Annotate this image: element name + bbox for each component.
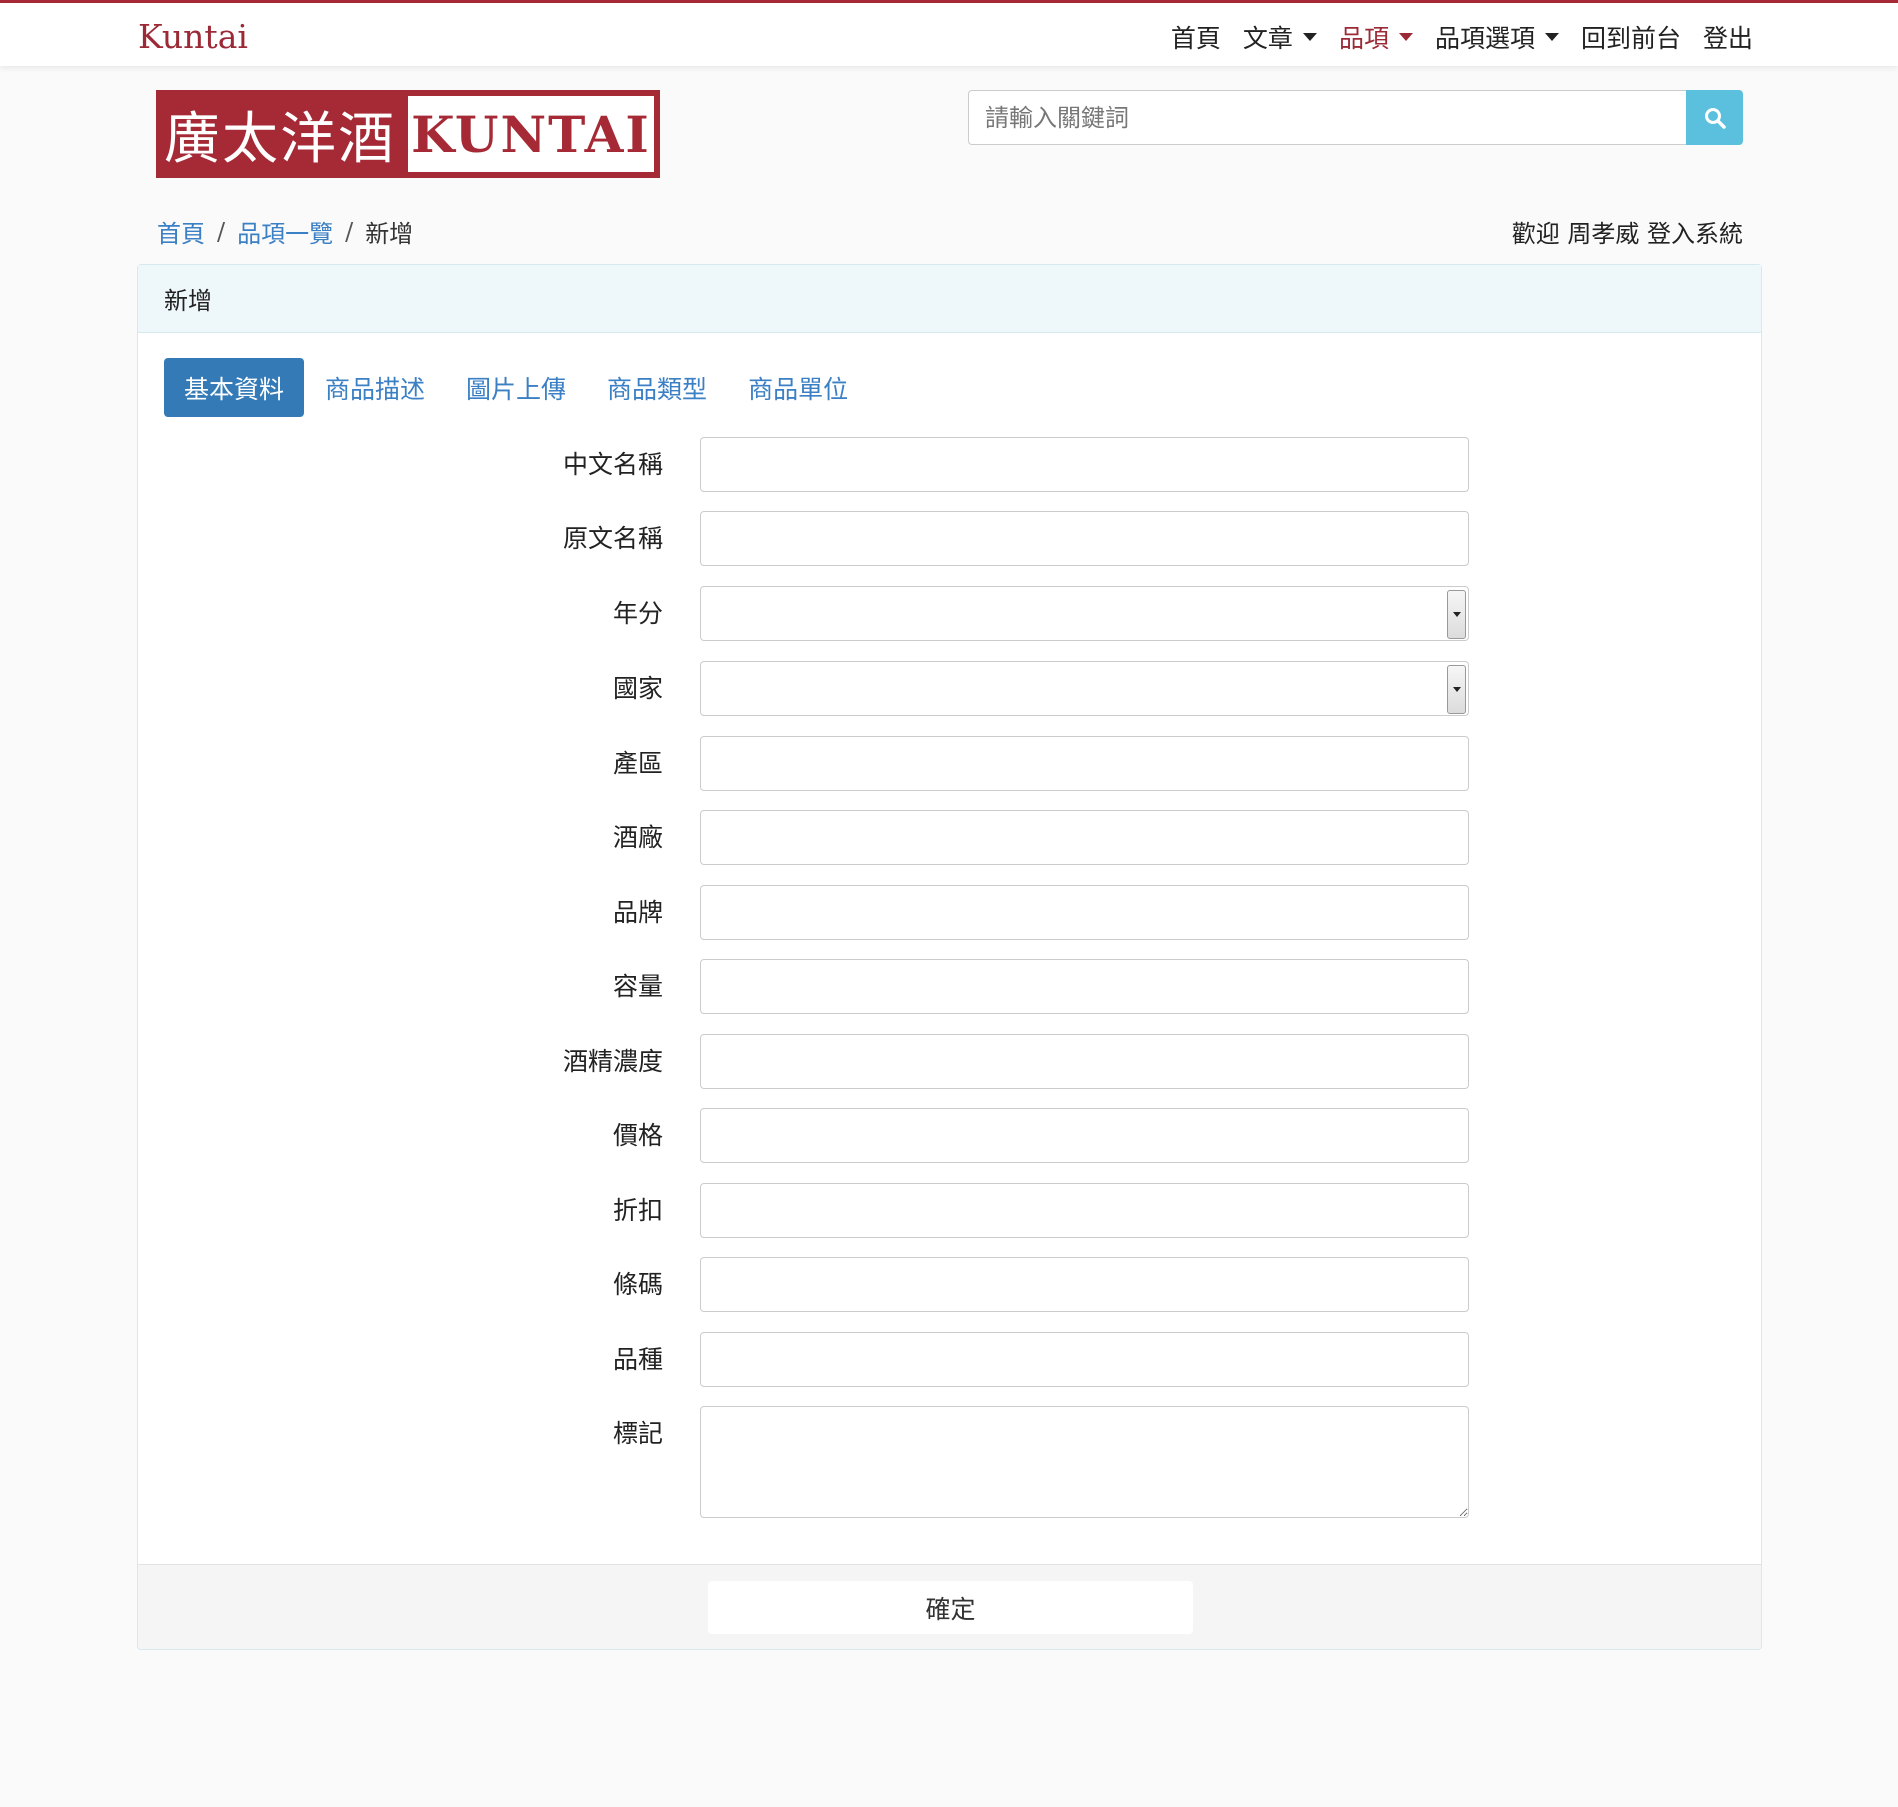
logo-chinese-text: 廣太洋酒 [164, 106, 396, 172]
field-label: 品種 [612, 1345, 663, 1374]
field-label: 價格 [612, 1121, 663, 1150]
field-label: 條碼 [612, 1270, 663, 1299]
nav-item-label: 回到前台 [1580, 24, 1681, 53]
form-row: 酒精濃度 [138, 1034, 1763, 1089]
caret-down-icon [1544, 33, 1559, 41]
nav-item-label: 登出 [1702, 24, 1753, 53]
form-row: 國家 [138, 661, 1763, 716]
winery-field[interactable] [700, 810, 1469, 865]
breadcrumb-separator: / [217, 217, 226, 246]
nav-item-products[interactable]: 品項 [1339, 19, 1413, 55]
logo-english-text: KUNTAI [408, 96, 654, 172]
form-row: 中文名稱 [138, 437, 1763, 492]
nav-item-label: 文章 [1242, 24, 1293, 53]
nav-item-logout[interactable]: 登出 [1703, 19, 1753, 55]
caret-down-icon [1398, 33, 1413, 41]
search-icon [1704, 107, 1726, 129]
nav-item-label: 品項 [1338, 24, 1389, 53]
variety-field[interactable] [700, 1332, 1469, 1387]
form-row: 條碼 [138, 1257, 1763, 1312]
form-tabs: 基本資料 商品描述 圖片上傳 商品類型 商品單位 [164, 358, 869, 417]
breadcrumb-product-list[interactable]: 品項一覽 [237, 214, 333, 249]
tab-image-upload[interactable]: 圖片上傳 [446, 358, 586, 417]
navbar-brand[interactable]: Kuntai [138, 17, 248, 56]
search-input[interactable] [968, 90, 1686, 145]
nav-item-articles[interactable]: 文章 [1243, 19, 1317, 55]
form-row: 品種 [138, 1332, 1763, 1387]
breadcrumb-separator: / [345, 217, 354, 246]
alcohol-content-field[interactable] [700, 1034, 1469, 1089]
navbar-menu: 首頁 文章 品項 品項選項 回到前台 登出 [1149, 19, 1753, 55]
tab-product-unit[interactable]: 商品單位 [728, 358, 868, 417]
chinese-name-field[interactable] [700, 437, 1469, 492]
year-select[interactable] [700, 586, 1469, 641]
form-row: 容量 [138, 959, 1763, 1014]
site-logo[interactable]: 廣太洋酒 KUNTAI [156, 90, 660, 178]
search-button[interactable] [1686, 90, 1743, 145]
form-row: 原文名稱 [138, 511, 1763, 566]
field-label: 中文名稱 [562, 450, 663, 479]
region-field[interactable] [700, 736, 1469, 791]
country-select[interactable] [700, 661, 1469, 716]
panel-heading: 新增 [138, 265, 1761, 333]
price-field[interactable] [700, 1108, 1469, 1163]
nav-item-label: 品項選項 [1434, 24, 1535, 53]
field-label: 產區 [612, 749, 663, 778]
breadcrumb-home[interactable]: 首頁 [157, 214, 205, 249]
nav-item-product-options[interactable]: 品項選項 [1435, 19, 1559, 55]
select-arrow-icon [1447, 590, 1466, 639]
search-bar [968, 90, 1743, 145]
field-label: 酒精濃度 [562, 1047, 663, 1076]
confirm-button[interactable]: 確定 [708, 1581, 1193, 1634]
form-row: 價格 [138, 1108, 1763, 1163]
field-label: 國家 [612, 674, 663, 703]
tab-product-type[interactable]: 商品類型 [587, 358, 727, 417]
select-arrow-icon [1447, 665, 1466, 714]
field-label: 酒廠 [612, 823, 663, 852]
welcome-message: 歡迎 周孝威 登入系統 [1511, 220, 1743, 248]
breadcrumb: 首頁 / 品項一覽 / 新增 [157, 214, 413, 249]
nav-item-frontend[interactable]: 回到前台 [1581, 19, 1681, 55]
brand-field[interactable] [700, 885, 1469, 940]
field-label: 折扣 [612, 1196, 663, 1225]
form-row: 年分 [138, 586, 1763, 641]
tab-basic-info[interactable]: 基本資料 [164, 358, 305, 417]
top-navbar: Kuntai 首頁 文章 品項 品項選項 回到前台 登出 [0, 0, 1898, 66]
create-product-panel: 新增 基本資料 商品描述 圖片上傳 商品類型 商品單位 中文名稱 原文名稱 年分… [137, 264, 1762, 1650]
nav-item-label: 首頁 [1170, 24, 1221, 53]
field-label: 年分 [612, 599, 663, 628]
form-row: 品牌 [138, 885, 1763, 940]
tags-textarea[interactable] [700, 1406, 1469, 1518]
discount-field[interactable] [700, 1183, 1469, 1238]
field-label: 容量 [612, 972, 663, 1001]
tab-product-description[interactable]: 商品描述 [305, 358, 445, 417]
nav-item-home[interactable]: 首頁 [1171, 19, 1221, 55]
form-row: 酒廠 [138, 810, 1763, 865]
original-name-field[interactable] [700, 511, 1469, 566]
field-label: 標記 [612, 1419, 663, 1448]
panel-footer: 確定 [138, 1564, 1761, 1649]
barcode-field[interactable] [700, 1257, 1469, 1312]
volume-field[interactable] [700, 959, 1469, 1014]
field-label: 原文名稱 [562, 524, 663, 553]
form-row: 產區 [138, 736, 1763, 791]
field-label: 品牌 [612, 898, 663, 927]
caret-down-icon [1302, 33, 1317, 41]
form-row: 折扣 [138, 1183, 1763, 1238]
breadcrumb-current: 新增 [365, 220, 414, 248]
form-row: 標記 [138, 1406, 1763, 1518]
